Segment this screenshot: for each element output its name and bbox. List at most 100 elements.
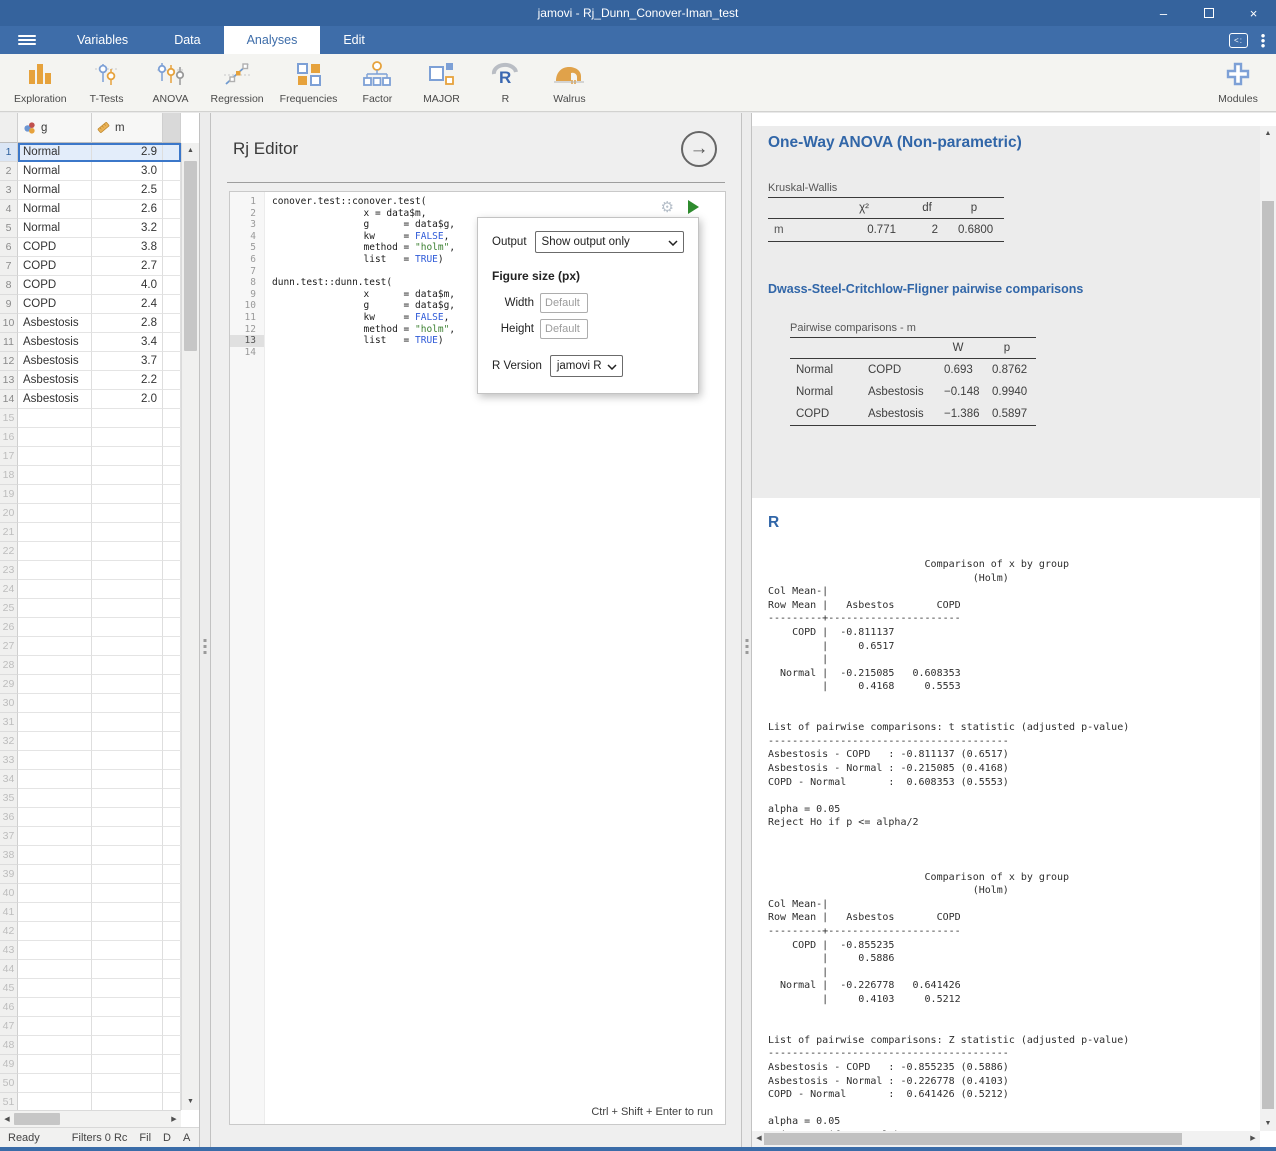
cell-m[interactable]: 3.7: [92, 352, 163, 371]
anova-results-block[interactable]: One-Way ANOVA (Non-parametric) Kruskal-W…: [752, 126, 1260, 498]
toolbar-item-major[interactable]: MAJOR: [413, 61, 469, 105]
results-vertical-scrollbar[interactable]: ▲ ▼: [1260, 126, 1276, 1131]
scroll-up-icon[interactable]: ▲: [1260, 126, 1276, 141]
grid-row-15[interactable]: 15: [0, 409, 181, 428]
cell-empty[interactable]: [163, 656, 181, 675]
row-number[interactable]: 20: [0, 504, 18, 523]
tab-analyses[interactable]: Analyses: [224, 26, 321, 54]
row-number[interactable]: 35: [0, 789, 18, 808]
cell-empty[interactable]: [163, 751, 181, 770]
cell-g[interactable]: [18, 466, 92, 485]
cell-m[interactable]: [92, 523, 163, 542]
cell-empty[interactable]: [163, 637, 181, 656]
more-menu-icon[interactable]: •••: [1258, 33, 1268, 48]
cell-g[interactable]: [18, 637, 92, 656]
results-hscroll-thumb[interactable]: [764, 1133, 1182, 1145]
cell-m[interactable]: [92, 998, 163, 1017]
cell-empty[interactable]: [163, 1074, 181, 1093]
grid-row-41[interactable]: 41: [0, 903, 181, 922]
row-number[interactable]: 5: [0, 219, 18, 238]
cell-m[interactable]: [92, 409, 163, 428]
row-number[interactable]: 21: [0, 523, 18, 542]
cell-empty[interactable]: [163, 770, 181, 789]
cell-empty[interactable]: [163, 789, 181, 808]
tab-data[interactable]: Data: [151, 26, 223, 54]
grid-row-18[interactable]: 18: [0, 466, 181, 485]
cell-m[interactable]: [92, 675, 163, 694]
cell-empty[interactable]: [163, 732, 181, 751]
cell-g[interactable]: COPD: [18, 257, 92, 276]
cell-g[interactable]: [18, 656, 92, 675]
cell-empty[interactable]: [163, 675, 181, 694]
row-number[interactable]: 23: [0, 561, 18, 580]
cell-m[interactable]: [92, 713, 163, 732]
grid-row-50[interactable]: 50: [0, 1074, 181, 1093]
cell-m[interactable]: [92, 846, 163, 865]
grid-row-35[interactable]: 35: [0, 789, 181, 808]
row-number[interactable]: 32: [0, 732, 18, 751]
cell-m[interactable]: [92, 808, 163, 827]
grid-row-30[interactable]: 30: [0, 694, 181, 713]
grid-row-42[interactable]: 42: [0, 922, 181, 941]
cell-m[interactable]: [92, 1017, 163, 1036]
grid-row-45[interactable]: 45: [0, 979, 181, 998]
cell-g[interactable]: Normal: [18, 200, 92, 219]
cell-m[interactable]: 2.6: [92, 200, 163, 219]
row-number[interactable]: 45: [0, 979, 18, 998]
grid-row-36[interactable]: 36: [0, 808, 181, 827]
row-number[interactable]: 1: [0, 143, 18, 162]
cell-empty[interactable]: [163, 447, 181, 466]
cell-empty[interactable]: [163, 181, 181, 200]
toolbar-item-r[interactable]: RR: [477, 61, 533, 105]
row-number[interactable]: 48: [0, 1036, 18, 1055]
grid-row-31[interactable]: 31: [0, 713, 181, 732]
modules-button[interactable]: Modules: [1210, 61, 1266, 105]
cell-g[interactable]: [18, 789, 92, 808]
cell-g[interactable]: [18, 580, 92, 599]
row-number[interactable]: 38: [0, 846, 18, 865]
grid-row-37[interactable]: 37: [0, 827, 181, 846]
cell-empty[interactable]: [163, 352, 181, 371]
gear-icon[interactable]: ⚙: [661, 198, 674, 216]
cell-empty[interactable]: [163, 276, 181, 295]
row-number[interactable]: 42: [0, 922, 18, 941]
row-number[interactable]: 6: [0, 238, 18, 257]
cell-g[interactable]: [18, 618, 92, 637]
grid-row-34[interactable]: 34: [0, 770, 181, 789]
cell-g[interactable]: COPD: [18, 295, 92, 314]
grid-row-3[interactable]: 3Normal2.5: [0, 181, 181, 200]
maximize-button[interactable]: [1186, 0, 1231, 26]
cell-m[interactable]: [92, 1093, 163, 1110]
cell-m[interactable]: [92, 789, 163, 808]
row-number[interactable]: 31: [0, 713, 18, 732]
row-number[interactable]: 39: [0, 865, 18, 884]
row-number[interactable]: 17: [0, 447, 18, 466]
cell-empty[interactable]: [163, 599, 181, 618]
cell-m[interactable]: [92, 485, 163, 504]
cell-m[interactable]: 2.8: [92, 314, 163, 333]
cell-m[interactable]: 2.9: [92, 143, 163, 162]
row-number[interactable]: 2: [0, 162, 18, 181]
cell-empty[interactable]: [163, 333, 181, 352]
cell-g[interactable]: [18, 770, 92, 789]
row-number[interactable]: 28: [0, 656, 18, 675]
cell-empty[interactable]: [163, 219, 181, 238]
row-number[interactable]: 41: [0, 903, 18, 922]
cell-g[interactable]: Normal: [18, 143, 92, 162]
toolbar-item-t-tests[interactable]: T-Tests: [79, 61, 135, 105]
row-number[interactable]: 49: [0, 1055, 18, 1074]
cell-empty[interactable]: [163, 903, 181, 922]
row-number[interactable]: 50: [0, 1074, 18, 1093]
cell-m[interactable]: [92, 960, 163, 979]
row-number[interactable]: 10: [0, 314, 18, 333]
grid-row-14[interactable]: 14Asbestosis2.0: [0, 390, 181, 409]
cell-g[interactable]: Asbestosis: [18, 333, 92, 352]
row-number[interactable]: 16: [0, 428, 18, 447]
row-number[interactable]: 14: [0, 390, 18, 409]
cell-empty[interactable]: [163, 846, 181, 865]
cell-m[interactable]: [92, 751, 163, 770]
syntax-panel-toggle-icon[interactable]: <:: [1229, 33, 1248, 48]
cell-m[interactable]: 3.2: [92, 219, 163, 238]
toolbar-item-frequencies[interactable]: Frequencies: [276, 61, 342, 105]
cell-empty[interactable]: [163, 808, 181, 827]
